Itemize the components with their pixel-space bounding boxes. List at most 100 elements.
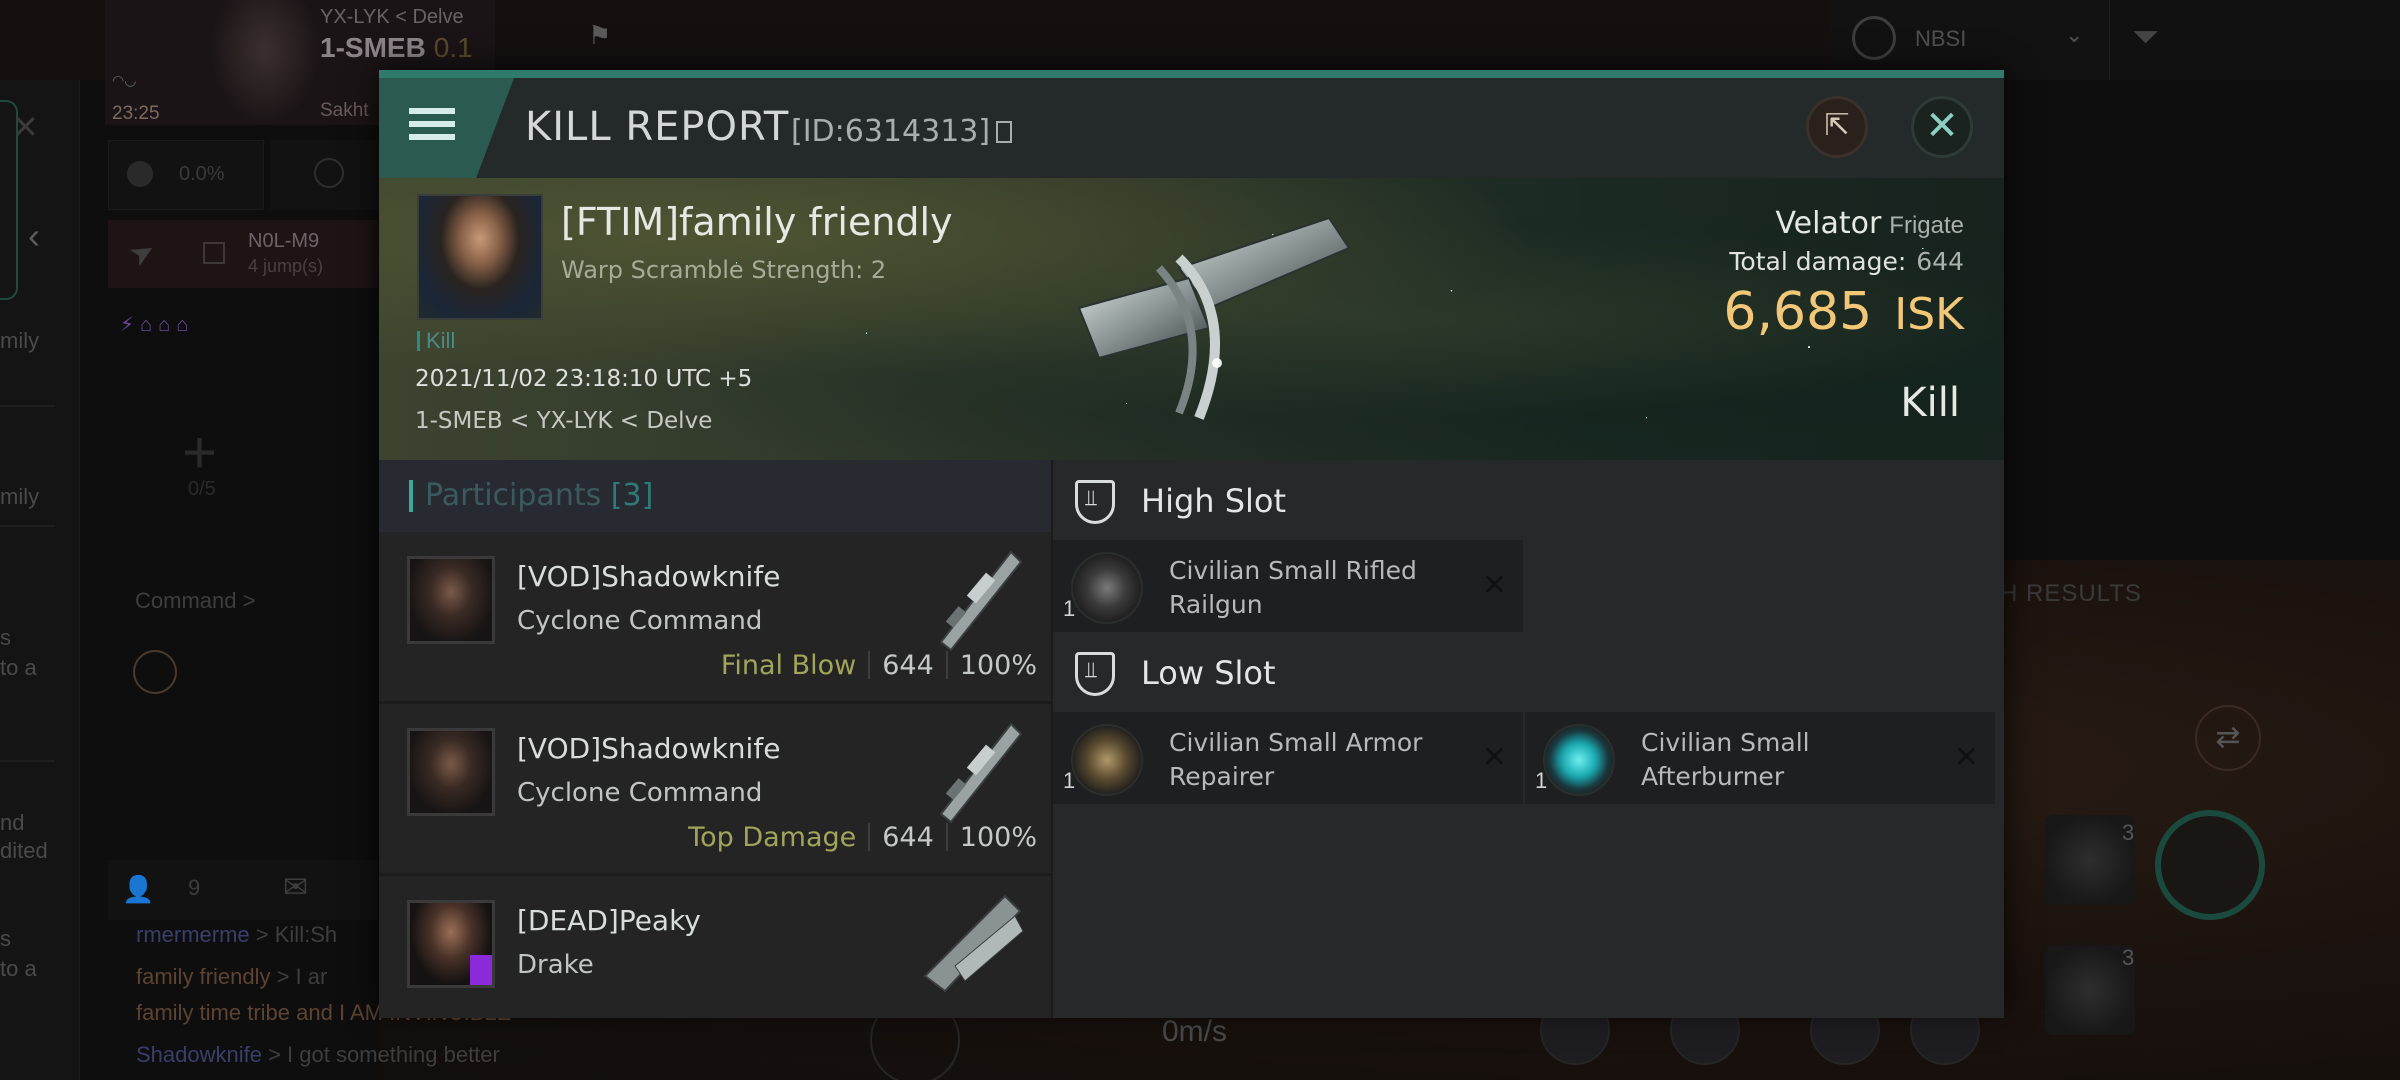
divider: [945, 651, 948, 679]
left-strip-text: mily: [0, 328, 40, 353]
participant-stats: Top Damage 644 100%: [688, 822, 1037, 853]
swap-icon[interactable]: ⇄: [2195, 705, 2261, 771]
left-strip-text: to a: [0, 655, 37, 680]
region-line: YX-LYK < Delve: [320, 6, 464, 28]
participant-percent: 100%: [959, 650, 1037, 681]
armor-repairer-icon: [1071, 724, 1143, 796]
close-button[interactable]: ✕: [1911, 96, 1973, 158]
system-name[interactable]: 1-SMEB 0.1: [320, 32, 473, 64]
divider: [0, 405, 55, 407]
fleet-count: 0/5: [188, 478, 216, 500]
low-slot-icon: [1075, 652, 1115, 696]
menu-button[interactable]: [379, 78, 514, 178]
kill-id[interactable]: [ID:6314313]: [791, 114, 1013, 149]
status-effect-icons: ⚡⌂⌂⌂: [120, 314, 195, 336]
participant-row[interactable]: [DEAD]Peaky Drake: [379, 876, 1051, 1018]
fitting-item[interactable]: 1 Civilian Small Armor Repairer ✕: [1053, 712, 1523, 804]
filter-icon[interactable]: ⏷: [2132, 18, 2159, 57]
autopilot-icon[interactable]: ⚑: [588, 20, 611, 51]
cargo-icon: [127, 161, 153, 187]
victim-subtitle: Warp Scramble Strength: 2: [561, 256, 887, 284]
participant-ship-image: [939, 722, 1023, 824]
chat-line[interactable]: Shadowknife > I got something better: [136, 1042, 500, 1068]
participant-portrait[interactable]: [407, 728, 495, 816]
divider: [868, 823, 871, 851]
ship-name: Velator: [1775, 206, 1882, 241]
participant-percent: 100%: [959, 822, 1037, 853]
destroyed-x-icon: ✕: [1481, 569, 1507, 602]
chat-sender: rmermerme: [136, 922, 250, 947]
participant-damage: 644: [882, 650, 934, 681]
speed-readout: 0m/s: [1162, 1015, 1228, 1048]
user-icon[interactable]: 👤: [122, 874, 154, 905]
ship-status-icon: [314, 158, 344, 188]
wifi-icon: ◠◡: [112, 72, 137, 88]
item-quantity: 1: [1063, 768, 1076, 793]
victim-kill-count: Kill: [417, 328, 455, 354]
participant-ship: Drake: [517, 950, 594, 980]
victim-ship-image: [1077, 216, 1351, 420]
low-slot-header: Low Slot: [1053, 632, 2004, 712]
modal-header: KILL REPORT [ID:6314313] ⇱ ✕: [379, 78, 2004, 178]
left-strip-text: s: [0, 926, 11, 951]
ship-info: Velator Frigate Total damage: 644 6,685 ISK: [1723, 206, 1964, 342]
kill-result-label: Kill: [1900, 380, 1960, 426]
copy-icon[interactable]: [996, 121, 1013, 143]
isk-value: 6,685: [1723, 282, 1873, 342]
victim-portrait[interactable]: [417, 194, 543, 320]
low-slot-items: 1 Civilian Small Armor Repairer ✕ 1 Civi…: [1053, 712, 2004, 804]
chat-sender: family friendly: [136, 964, 271, 989]
share-button[interactable]: ⇱: [1806, 96, 1868, 158]
ship-type-line[interactable]: Velator Frigate: [1723, 206, 1964, 241]
mail-icon[interactable]: ✉: [283, 870, 308, 905]
command-link[interactable]: Command >: [135, 588, 255, 614]
share-icon: ⇱: [1824, 109, 1850, 142]
character-portrait[interactable]: [210, 0, 320, 125]
chevron-left-icon[interactable]: ‹: [28, 215, 40, 257]
search-results-label: H RESULTS: [2000, 580, 2142, 607]
participant-name: [DEAD]Peaky: [517, 904, 701, 937]
command-button[interactable]: [133, 650, 177, 694]
participant-portrait[interactable]: [407, 900, 495, 988]
chat-line[interactable]: family friendly > I ar: [136, 964, 327, 990]
fitting-item[interactable]: 1 Civilian Small Rifled Railgun ✕: [1053, 540, 1523, 632]
participants-panel: Participants [3] [VOD]Shadowknife Cyclon…: [379, 460, 1051, 1018]
isk-value-line: 6,685 ISK: [1723, 282, 1964, 342]
destroyed-x-icon: ✕: [1481, 741, 1507, 774]
item-quantity: 1: [1535, 768, 1548, 793]
participant-name: [VOD]Shadowknife: [517, 560, 781, 593]
destroyed-x-icon: ✕: [1953, 741, 1979, 774]
participant-ship: Cyclone Command: [517, 606, 763, 636]
isk-unit: ISK: [1894, 289, 1964, 340]
fitting-panel: High Slot 1 Civilian Small Rifled Railgu…: [1051, 460, 2004, 1018]
participant-row[interactable]: [VOD]Shadowknife Cyclone Command Top Dam…: [379, 704, 1051, 876]
divider: [0, 760, 55, 762]
item-quantity: 1: [1063, 596, 1076, 621]
divider: [0, 525, 55, 527]
cargo-value: 0.0%: [179, 163, 225, 185]
participant-damage: 644: [882, 822, 934, 853]
autopilot-checkbox[interactable]: [203, 242, 225, 264]
chat-member-count: 9: [188, 875, 201, 900]
module-count: 3: [2122, 820, 2135, 845]
participant-row[interactable]: [VOD]Shadowknife Cyclone Command Final B…: [379, 532, 1051, 704]
ship-class: Frigate: [1889, 212, 1964, 239]
divider: [945, 823, 948, 851]
info-badge-icon: [470, 955, 492, 985]
high-slot-header: High Slot: [1053, 460, 2004, 540]
item-name: Civilian Small Armor Repairer: [1169, 728, 1423, 791]
cargo-stat[interactable]: 0.0%: [108, 140, 264, 210]
active-module[interactable]: [2155, 810, 2265, 920]
chat-line[interactable]: rmermerme > Kill:Sh: [136, 922, 337, 948]
ship-status-button[interactable]: [270, 140, 380, 210]
participant-portrait[interactable]: [407, 556, 495, 644]
close-icon[interactable]: ✕: [12, 108, 39, 146]
left-strip-text: to a: [0, 956, 37, 981]
overview-filter-dropdown[interactable]: NBSI ⌄: [1830, 0, 2110, 80]
fitting-item[interactable]: 1 Civilian Small Afterburner ✕: [1525, 712, 1995, 804]
victim-name[interactable]: [FTIM]family friendly: [561, 200, 953, 244]
clock-time: 23:25: [112, 103, 160, 124]
destination-panel[interactable]: ➤ N0L-M9 4 jump(s): [108, 220, 378, 288]
item-name: Civilian Small Afterburner: [1641, 728, 1810, 791]
add-fleet-icon[interactable]: +: [182, 418, 217, 487]
